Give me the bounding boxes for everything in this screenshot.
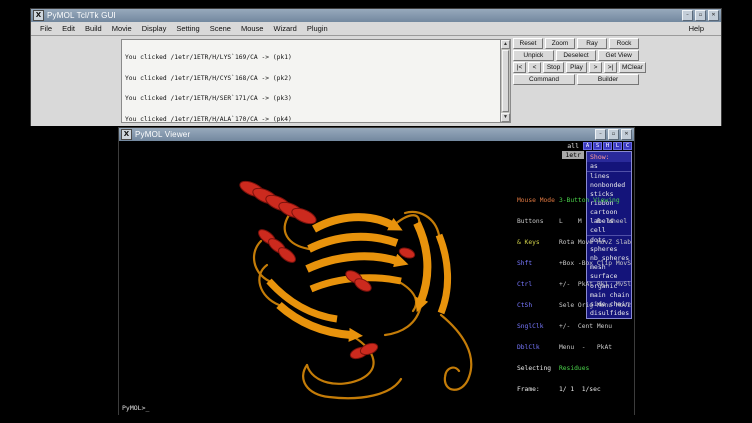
- tk-gui-window: X PyMOL Tcl/Tk GUI – ▫ ✕ File Edit Build…: [30, 8, 722, 126]
- mouse-matrix-row: ButtonsL M R Wheel: [517, 218, 631, 225]
- menu-plugin[interactable]: Plugin: [302, 24, 333, 33]
- builder-button[interactable]: Builder: [577, 74, 639, 85]
- mouse-matrix-row: DblClkMenu - PkAt: [517, 344, 631, 351]
- minimize-button[interactable]: –: [682, 10, 693, 21]
- log-line: You clicked /1etr/1ETR/H/SER`171/CA -> (…: [125, 96, 500, 103]
- action-button[interactable]: A: [583, 142, 592, 150]
- tk-gui-window-title: PyMOL Tcl/Tk GUI: [47, 11, 679, 20]
- object-name-1etr[interactable]: 1etr: [562, 151, 584, 159]
- label-button[interactable]: L: [613, 142, 622, 150]
- scroll-down-icon[interactable]: ▼: [501, 113, 510, 122]
- menu-mouse[interactable]: Mouse: [236, 24, 269, 33]
- object-name-all[interactable]: all: [567, 142, 579, 150]
- show-menu-title: Show:: [587, 152, 631, 162]
- seek-start-button[interactable]: |<: [513, 62, 526, 73]
- menu-edit[interactable]: Edit: [57, 24, 80, 33]
- viewer-titlebar[interactable]: X PyMOL Viewer – ▫ ✕: [119, 128, 634, 141]
- mouse-mode-line: Mouse Mode3-Button Viewing: [517, 197, 631, 204]
- pymol-command-prompt[interactable]: PyMOL>_: [122, 404, 149, 412]
- mouse-matrix-row: & KeysRota Move MovZ Slab: [517, 239, 631, 246]
- reset-button[interactable]: Reset: [513, 38, 543, 49]
- object-row-all: all A S H L C: [567, 142, 632, 150]
- x11-logo-icon: X: [33, 10, 44, 21]
- output-log[interactable]: You clicked /1etr/1ETR/H/LYS`169/CA -> (…: [121, 39, 500, 123]
- mclear-button[interactable]: MClear: [619, 62, 646, 73]
- minimize-button[interactable]: –: [595, 129, 606, 140]
- tk-gui-titlebar[interactable]: X PyMOL Tcl/Tk GUI – ▫ ✕: [31, 9, 721, 22]
- show-button[interactable]: S: [593, 142, 602, 150]
- mouse-matrix-row: Ctrl+/- PkAt Pk1 MvSl: [517, 281, 631, 288]
- menu-file[interactable]: File: [35, 24, 57, 33]
- show-menu-item-lines[interactable]: lines: [587, 172, 631, 181]
- close-button[interactable]: ✕: [708, 10, 719, 21]
- scrollbar-thumb[interactable]: [502, 50, 509, 112]
- play-button[interactable]: Play: [566, 62, 587, 73]
- scroll-up-icon[interactable]: ▲: [501, 40, 510, 49]
- mouse-matrix-row: Shft+Box -Box Clip MovS: [517, 260, 631, 267]
- deselect-button[interactable]: Deselect: [556, 50, 597, 61]
- log-scrollbar[interactable]: ▲ ▼: [500, 39, 511, 123]
- viewer-window-title: PyMOL Viewer: [135, 130, 592, 139]
- x11-logo-icon: X: [121, 129, 132, 140]
- selecting-mode-line: SelectingResidues: [517, 365, 631, 372]
- step-forward-button[interactable]: >: [589, 62, 602, 73]
- maximize-button[interactable]: ▫: [695, 10, 706, 21]
- log-line: You clicked /1etr/1ETR/H/LYS`169/CA -> (…: [125, 55, 500, 62]
- menu-wizard[interactable]: Wizard: [268, 24, 301, 33]
- show-menu-item-as[interactable]: as: [587, 162, 631, 172]
- viewer-window: X PyMOL Viewer – ▫ ✕: [118, 127, 635, 415]
- frame-counter-line: Frame:1/ 1 1/sec: [517, 386, 631, 393]
- get-view-button[interactable]: Get View: [598, 50, 639, 61]
- mouse-mode-panel: Mouse Mode3-Button Viewing ButtonsL M R …: [517, 183, 631, 407]
- color-button[interactable]: C: [623, 142, 632, 150]
- log-line: You clicked /1etr/1ETR/H/CYS`168/CA -> (…: [125, 76, 500, 83]
- menu-help[interactable]: Help: [684, 24, 709, 33]
- unpick-button[interactable]: Unpick: [513, 50, 554, 61]
- menu-build[interactable]: Build: [80, 24, 107, 33]
- tk-gui-content: You clicked /1etr/1ETR/H/LYS`169/CA -> (…: [31, 36, 721, 126]
- maximize-button[interactable]: ▫: [608, 129, 619, 140]
- menu-display[interactable]: Display: [137, 24, 172, 33]
- menu-setting[interactable]: Setting: [171, 24, 204, 33]
- ray-button[interactable]: Ray: [577, 38, 607, 49]
- log-line: You clicked /1etr/1ETR/H/ALA`170/CA -> (…: [125, 117, 500, 123]
- rock-button[interactable]: Rock: [609, 38, 639, 49]
- command-button[interactable]: Command: [513, 74, 575, 85]
- menubar: File Edit Build Movie Display Setting Sc…: [31, 22, 721, 36]
- control-button-panel: Reset Zoom Ray Rock Unpick Deselect Get …: [513, 38, 639, 85]
- viewport-3d[interactable]: all A S H L C 1etr Show: as lines nonbon…: [119, 141, 634, 415]
- mouse-matrix-row: CtShSele Orig Menu Mov2: [517, 302, 631, 309]
- zoom-button[interactable]: Zoom: [545, 38, 575, 49]
- close-button[interactable]: ✕: [621, 129, 632, 140]
- menu-scene[interactable]: Scene: [205, 24, 236, 33]
- menu-movie[interactable]: Movie: [107, 24, 137, 33]
- stop-button[interactable]: Stop: [543, 62, 564, 73]
- hide-button[interactable]: H: [603, 142, 612, 150]
- step-back-button[interactable]: <: [528, 62, 541, 73]
- seek-end-button[interactable]: >|: [604, 62, 617, 73]
- mouse-matrix-row: SnglClk+/- Cent Menu: [517, 323, 631, 330]
